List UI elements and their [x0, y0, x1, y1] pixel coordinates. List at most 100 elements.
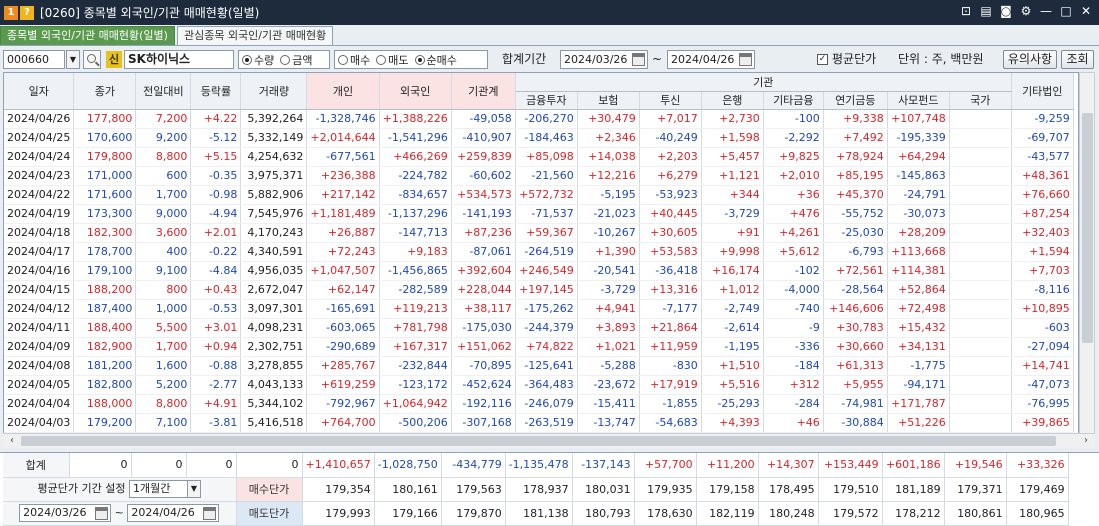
- table-row[interactable]: 2024/04/26 177,800 7,200 +4.22 5,392,264 -1,3…: [4, 109, 1074, 129]
- maximize-icon[interactable]: □: [1059, 4, 1073, 18]
- table-row[interactable]: 2024/04/23 171,000 600 -0.35 3,975,371 +236,3…: [4, 166, 1074, 186]
- scroll-thumb[interactable]: [1082, 113, 1093, 343]
- table-cell: -9,259: [1011, 109, 1074, 129]
- table-cell: -224,782: [379, 166, 452, 186]
- table-cell: +197,145: [515, 280, 578, 300]
- avg-end-date-input[interactable]: 2024/04/26: [127, 504, 220, 522]
- table-row[interactable]: 2024/04/24 179,800 8,800 +5.15 4,254,632 -677…: [4, 147, 1074, 167]
- table-cell: -603: [1011, 318, 1074, 338]
- table-cell: [949, 185, 1012, 205]
- col-header[interactable]: 기타법인: [1011, 73, 1074, 110]
- radio-buy[interactable]: 매수: [338, 52, 370, 68]
- close-icon[interactable]: ✕: [1079, 4, 1093, 18]
- window-number-badge[interactable]: 1: [4, 5, 18, 20]
- col-header[interactable]: 개인: [306, 73, 380, 110]
- vertical-scrollbar[interactable]: [1079, 72, 1095, 448]
- table-cell: -2,749: [701, 299, 764, 319]
- start-date-input[interactable]: 2024/03/26: [560, 50, 648, 69]
- calendar-icon[interactable]: [739, 53, 752, 66]
- settings-icon[interactable]: ⚙: [1019, 4, 1033, 18]
- table-cell: 3,975,371: [240, 166, 308, 186]
- calendar-icon[interactable]: [203, 507, 217, 520]
- col-header[interactable]: 일자: [4, 73, 75, 110]
- search-icon[interactable]: [83, 50, 101, 69]
- col-header[interactable]: 보험: [577, 91, 640, 110]
- table-row[interactable]: 2024/04/22 171,600 1,700 -0.98 5,882,906 +217…: [4, 185, 1074, 205]
- table-row[interactable]: 2024/04/04 188,000 8,800 +4.91 5,344,102 -792…: [4, 394, 1074, 414]
- tab-stock-daily[interactable]: 종목별 외국인/기관 매매현황(일별): [0, 26, 175, 45]
- col-header[interactable]: 등락률: [190, 73, 242, 110]
- avg-price-checkbox[interactable]: ✓: [817, 54, 828, 65]
- table-cell: -49,058: [451, 109, 516, 129]
- camera-icon[interactable]: ◙: [999, 4, 1013, 18]
- calendar-icon[interactable]: [632, 53, 645, 66]
- table-cell: -0.98: [190, 185, 242, 205]
- table-row[interactable]: 2024/04/12 187,400 1,000 -0.53 3,097,301 -165…: [4, 299, 1074, 319]
- col-header[interactable]: 국가: [949, 91, 1012, 110]
- table-row[interactable]: 2024/04/08 181,200 1,600 -0.88 3,278,855 +285…: [4, 356, 1074, 376]
- col-header[interactable]: 은행: [701, 91, 764, 110]
- col-header[interactable]: 전일대비: [135, 73, 192, 110]
- radio-quantity[interactable]: 수량: [242, 52, 274, 68]
- col-header[interactable]: 연기금등: [823, 91, 888, 110]
- table-cell: 7,100: [135, 413, 192, 433]
- table-row[interactable]: 2024/04/05 182,800 5,200 -2.77 4,043,133 +619…: [4, 375, 1074, 395]
- table-cell: +5,955: [823, 375, 888, 395]
- notice-button[interactable]: 유의사항: [1003, 50, 1057, 69]
- table-cell: +64,294: [887, 147, 950, 167]
- code-dropdown-icon[interactable]: ▼: [66, 50, 80, 69]
- table-cell: +9,338: [823, 109, 888, 129]
- table-cell: +1,388,226: [379, 109, 452, 129]
- table-cell: -3.81: [190, 413, 242, 433]
- end-date-input[interactable]: 2024/04/26: [667, 50, 755, 69]
- table-row[interactable]: 2024/04/09 182,900 1,700 +0.94 2,302,751 -290…: [4, 337, 1074, 357]
- radio-net-buy[interactable]: 순매수: [414, 52, 457, 68]
- scroll-left-icon[interactable]: ‹: [5, 434, 19, 448]
- table-cell: -1,855: [639, 394, 702, 414]
- table-cell: +217,142: [306, 185, 380, 205]
- stock-code-input[interactable]: 000660: [3, 50, 65, 69]
- col-header[interactable]: 외국인: [379, 73, 452, 110]
- table-row[interactable]: 2024/04/11 188,400 5,500 +3.01 4,098,231 -603…: [4, 318, 1074, 338]
- total-cell: -1,028,750: [374, 453, 442, 478]
- col-header[interactable]: 사모펀드: [887, 91, 950, 110]
- table-row[interactable]: 2024/04/03 179,200 7,100 -3.81 5,416,518 +764…: [4, 413, 1074, 433]
- table-cell: -165,691: [306, 299, 380, 319]
- col-header[interactable]: 기타금융: [763, 91, 824, 110]
- avg-period-select[interactable]: 1개월간 ▼: [128, 480, 201, 498]
- col-header[interactable]: 기관계: [451, 73, 516, 110]
- table-cell: -184,463: [515, 128, 578, 148]
- scroll-right-icon[interactable]: ›: [1079, 434, 1093, 448]
- table-row[interactable]: 2024/04/16 179,100 9,100 -4.84 4,956,035 +1,0…: [4, 261, 1074, 281]
- table-row[interactable]: 2024/04/15 188,200 800 +0.43 2,672,047 +62,14…: [4, 280, 1074, 300]
- link-icon[interactable]: ⊡: [959, 4, 973, 18]
- calendar-icon[interactable]: [95, 507, 109, 520]
- save-icon[interactable]: ▤: [979, 4, 993, 18]
- query-button[interactable]: 조회: [1061, 50, 1094, 69]
- col-header[interactable]: 거래량: [240, 73, 308, 110]
- table-row[interactable]: 2024/04/17 178,700 400 -0.22 4,340,591 +72,24…: [4, 242, 1074, 262]
- table-row[interactable]: 2024/04/18 182,300 3,600 +2.01 4,170,243 +26,…: [4, 223, 1074, 243]
- avg-start-date-input[interactable]: 2024/03/26: [19, 504, 112, 522]
- tab-watchlist[interactable]: 관심종목 외국인/기관 매매현황: [176, 26, 334, 45]
- radio-amount[interactable]: 금액: [280, 52, 313, 68]
- scroll-thumb[interactable]: [21, 436, 1056, 446]
- col-header[interactable]: 금융투자: [515, 91, 578, 110]
- table-row[interactable]: 2024/04/19 173,300 9,000 -4.94 7,545,976 +1,1…: [4, 204, 1074, 224]
- table-cell: 5,882,906: [240, 185, 308, 205]
- help-badge[interactable]: ?: [20, 5, 34, 20]
- col-header[interactable]: 투신: [639, 91, 702, 110]
- table-cell: +0.94: [190, 337, 242, 357]
- table-cell: -0.88: [190, 356, 242, 376]
- horizontal-scrollbar[interactable]: ‹ ›: [3, 433, 1095, 448]
- minimize-icon[interactable]: —: [1039, 4, 1053, 18]
- table-cell: -282,589: [379, 280, 452, 300]
- table-cell: [949, 280, 1012, 300]
- sell-avg-cell: 181,138: [505, 501, 573, 526]
- col-header[interactable]: 종가: [73, 73, 137, 110]
- table-cell: -4.84: [190, 261, 242, 281]
- table-cell: +2,014,644: [306, 128, 380, 148]
- table-row[interactable]: 2024/04/25 170,600 9,200 -5.12 5,332,149 +2,0…: [4, 128, 1074, 148]
- date-cell: 2024/04/09: [4, 337, 75, 357]
- radio-sell[interactable]: 매도: [376, 52, 409, 68]
